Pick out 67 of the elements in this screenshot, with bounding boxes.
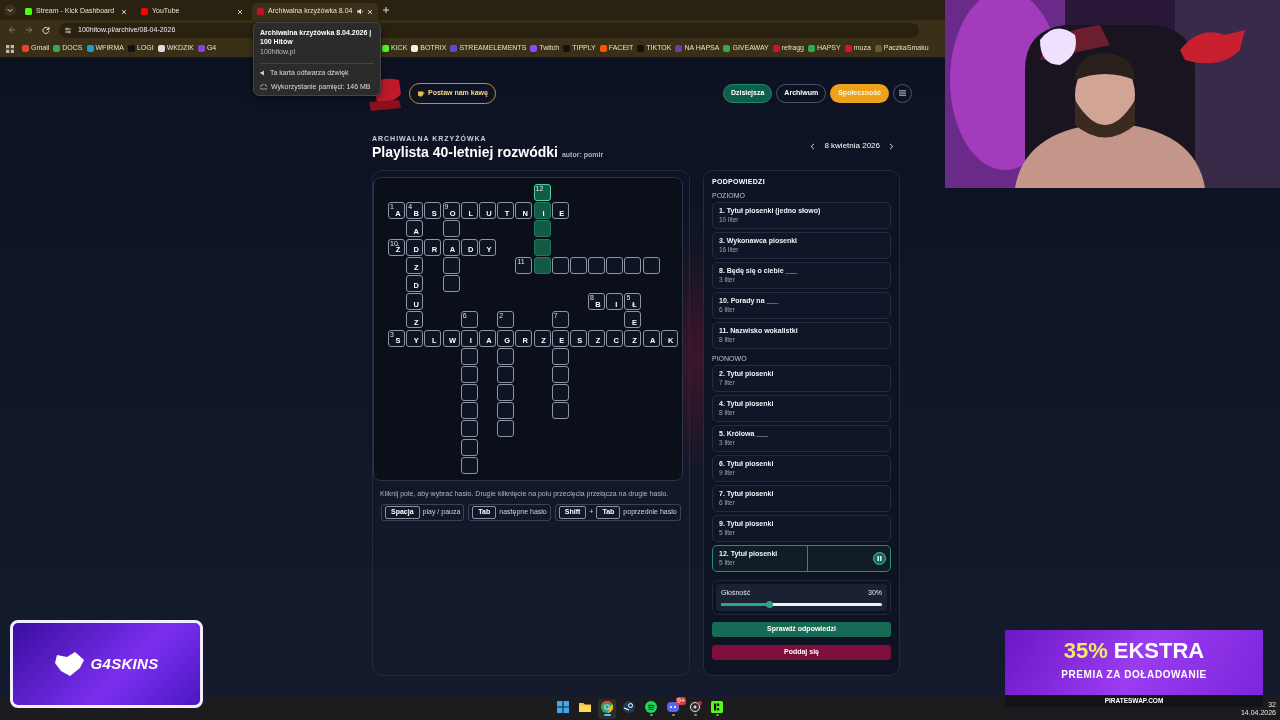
chevron-left-icon[interactable]: [810, 142, 816, 150]
crossword-cell[interactable]: [533, 238, 551, 256]
close-icon[interactable]: [367, 8, 374, 15]
sponsor-name: G4SKINS: [90, 653, 159, 674]
taskbar-app[interactable]: [708, 698, 726, 719]
speaker-icon: [260, 69, 266, 76]
start-icon: [557, 701, 569, 714]
back-icon[interactable]: [8, 26, 16, 34]
taskbar-app[interactable]: [642, 698, 660, 719]
crossword-cell[interactable]: [497, 402, 515, 420]
crossword-cell[interactable]: [497, 420, 515, 438]
crossword-cell[interactable]: [460, 438, 478, 456]
pause-icon: [877, 556, 882, 561]
crossword-cell[interactable]: [497, 365, 515, 383]
pause-button[interactable]: [873, 552, 886, 565]
crossword-cell[interactable]: [551, 347, 569, 365]
app-icon: [711, 701, 723, 714]
promo-headline: EKSTRA: [1113, 638, 1205, 664]
close-icon[interactable]: [121, 8, 127, 15]
forward-icon[interactable]: [25, 26, 33, 34]
crossword-cell[interactable]: [624, 256, 642, 274]
crossword-cell[interactable]: [533, 220, 551, 238]
menu-icon: [899, 90, 906, 96]
recorder-icon: [689, 701, 701, 714]
crossword-cell[interactable]: [442, 256, 460, 274]
crossword-cell[interactable]: [588, 256, 606, 274]
reload-icon[interactable]: [42, 26, 50, 34]
slider-thumb[interactable]: [765, 600, 773, 608]
taskbar-app[interactable]: [598, 698, 616, 719]
mascot-icon: [54, 651, 85, 677]
crossword-cell[interactable]: [442, 274, 460, 292]
tab-list-icon[interactable]: [4, 4, 16, 16]
music-icon: [645, 701, 657, 714]
chat-icon: [667, 701, 679, 714]
volume-slider[interactable]: [721, 602, 882, 606]
new-tab-icon[interactable]: [382, 6, 391, 14]
app-icon: [623, 701, 635, 714]
crossword-cell[interactable]: [642, 256, 660, 274]
crossword-cell[interactable]: [460, 384, 478, 402]
promo-percent: 35%: [1063, 638, 1108, 664]
crossword-cell[interactable]: [551, 256, 569, 274]
apps-icon[interactable]: [6, 44, 14, 53]
close-icon[interactable]: [237, 8, 243, 15]
crossword-cell[interactable]: [606, 256, 624, 274]
cup-icon: [417, 89, 425, 97]
crossword-cell[interactable]: [497, 347, 515, 365]
crossword-cell[interactable]: [460, 402, 478, 420]
crossword-cell[interactable]: [460, 456, 478, 474]
puzzle-title: Playlista 40-letniej rozwódki: [372, 143, 558, 161]
crossword-cell[interactable]: [460, 420, 478, 438]
crossword-cell[interactable]: [551, 365, 569, 383]
puzzle-date: 8 kwietnia 2026: [824, 140, 880, 152]
crossword-cell[interactable]: [551, 384, 569, 402]
crossword-cell[interactable]: [533, 256, 551, 274]
chevron-right-icon[interactable]: [889, 142, 894, 150]
crossword-cell[interactable]: [497, 384, 515, 402]
crossword-cell[interactable]: [551, 402, 569, 420]
crossword-cell[interactable]: [460, 347, 478, 365]
site-settings-icon: [64, 26, 72, 34]
taskbar-app[interactable]: [686, 698, 704, 719]
crossword-cell[interactable]: [442, 220, 460, 238]
promo-subline: PREMIA ZA DOŁADOWANIE: [1061, 668, 1207, 682]
crossword-cell[interactable]: [460, 365, 478, 383]
folder-icon: [579, 701, 591, 714]
browser-icon: [601, 701, 613, 714]
memory-icon: [260, 84, 267, 91]
crossword-cell[interactable]: [569, 256, 587, 274]
